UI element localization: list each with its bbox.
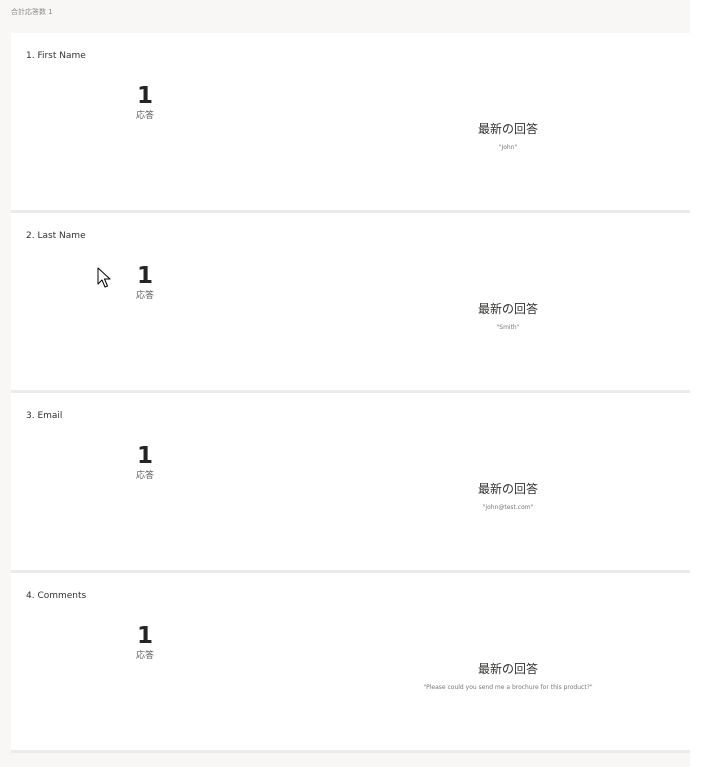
latest-response-title: 最新の回答 (477, 482, 538, 496)
latest-response: 最新の回答 "John" (328, 120, 688, 151)
question-title: 1. First Name (26, 51, 86, 61)
response-count-label: 応答 (135, 471, 154, 481)
latest-response-value: "Smith" (496, 324, 520, 331)
latest-response: 最新の回答 "Please could you send me a brochu… (328, 660, 688, 691)
response-count-number: 1 (136, 623, 153, 649)
mouse-pointer-icon (97, 267, 111, 288)
question-card-first-name: 1. First Name 1 応答 最新の回答 "John" (11, 33, 690, 213)
response-count-number: 1 (136, 263, 153, 289)
response-count-label: 応答 (135, 291, 154, 301)
question-card-comments: 4. Comments 1 応答 最新の回答 "Please could you… (11, 573, 690, 753)
latest-response-value: "Please could you send me a brochure for… (423, 684, 593, 691)
latest-response: 最新の回答 "john@test.com" (328, 480, 688, 511)
response-count: 1 応答 (131, 263, 159, 302)
response-count: 1 応答 (131, 83, 159, 122)
question-title: 3. Email (26, 411, 63, 421)
latest-response-title: 最新の回答 (477, 302, 538, 316)
response-count: 1 応答 (131, 443, 159, 482)
latest-response-title: 最新の回答 (477, 662, 538, 676)
question-title: 4. Comments (26, 591, 87, 601)
latest-response-value: "John" (498, 144, 518, 151)
response-count-number: 1 (136, 443, 153, 469)
response-count-label: 応答 (135, 651, 154, 661)
total-responses-label: 合計応答数 1 (11, 8, 53, 16)
latest-response-title: 最新の回答 (477, 122, 538, 136)
response-count-number: 1 (136, 83, 153, 109)
response-count: 1 応答 (131, 623, 159, 662)
question-card-email: 3. Email 1 応答 最新の回答 "john@test.com" (11, 393, 690, 573)
right-panel-strip (690, 0, 720, 767)
latest-response: 最新の回答 "Smith" (328, 300, 688, 331)
question-title: 2. Last Name (26, 231, 86, 241)
question-card-last-name: 2. Last Name 1 応答 最新の回答 "Smith" (11, 213, 690, 393)
latest-response-value: "john@test.com" (482, 504, 534, 511)
response-count-label: 応答 (135, 111, 154, 121)
